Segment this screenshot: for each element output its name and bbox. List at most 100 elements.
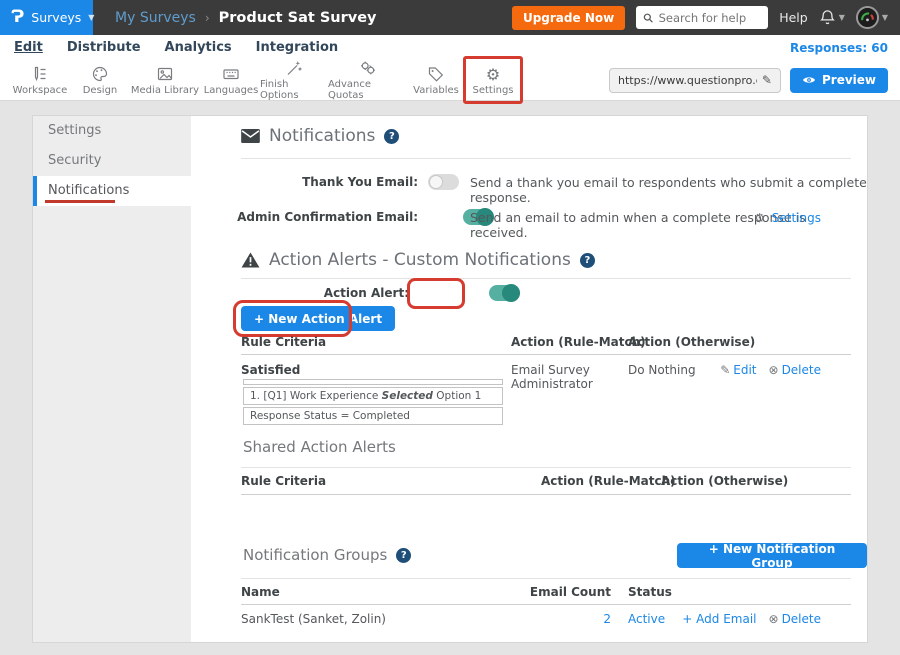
section-title: Action Alerts - Custom Notifications (269, 250, 571, 270)
delete-label: Delete (782, 612, 821, 626)
tool-languages[interactable]: Languages (202, 61, 260, 99)
admin-confirmation-label: Admin Confirmation Email: (191, 210, 418, 224)
rule-match-action: Email Survey Administrator (511, 363, 593, 391)
survey-url-input[interactable] (618, 74, 757, 87)
col-rule-criteria: Rule Criteria (241, 335, 326, 349)
help-icon[interactable]: ? (384, 129, 399, 144)
tab-edit[interactable]: Edit (14, 40, 43, 55)
breadcrumb: My Surveys › Product Sat Survey (115, 10, 377, 26)
tool-variables[interactable]: Variables (408, 61, 464, 99)
tool-workspace[interactable]: Workspace (8, 61, 72, 99)
chevron-down-icon: ▼ (882, 13, 888, 22)
delete-action[interactable]: ⊗Delete (769, 363, 822, 377)
help-icon[interactable]: ? (396, 548, 411, 563)
surveys-menu[interactable]: Ɂ Surveys ▼ (0, 0, 93, 35)
preview-button[interactable]: Preview (790, 68, 888, 93)
sidebar-item-settings[interactable]: Settings (33, 116, 191, 146)
col-action-otherwise: Action (Otherwise) (661, 474, 788, 488)
tool-advance-quotas[interactable]: Advance Quotas (328, 61, 408, 99)
help-link[interactable]: Help (779, 10, 808, 25)
topbar-right: Upgrade Now Help ▼ ▼ (512, 6, 900, 30)
new-action-alert-button[interactable]: + New Action Alert (241, 306, 395, 331)
delete-label: Delete (782, 363, 821, 377)
section-title: Notifications (269, 126, 375, 146)
divider (241, 278, 851, 279)
warning-triangle-icon (241, 252, 260, 268)
col-action-otherwise: Action (Otherwise) (628, 335, 755, 349)
media-library-icon (156, 65, 174, 83)
edit-action[interactable]: ✎Edit (720, 363, 756, 377)
responses-count[interactable]: Responses: 60 (790, 41, 900, 55)
sidebar-item-notifications[interactable]: Notifications (33, 176, 191, 206)
tab-integration[interactable]: Integration (256, 40, 338, 55)
divider (241, 604, 851, 605)
notifications-heading: Notifications ? (241, 126, 399, 146)
rule-operator: Selected (382, 390, 433, 402)
col-name: Name (241, 585, 280, 599)
breadcrumb-separator-icon: › (205, 11, 210, 25)
delete-circle-icon: ⊗ (769, 363, 779, 377)
survey-url-field[interactable]: ✎ (609, 68, 781, 93)
add-email-action[interactable]: + Add Email (682, 612, 756, 626)
breadcrumb-my-surveys[interactable]: My Surveys (115, 10, 196, 26)
tool-finish-options[interactable]: Finish Options (260, 61, 328, 99)
action-alerts-heading: Action Alerts - Custom Notifications ? (241, 250, 595, 270)
new-notification-group-button[interactable]: + New Notification Group (677, 543, 867, 568)
col-rule-criteria: Rule Criteria (241, 474, 326, 488)
variables-tag-icon (427, 65, 445, 83)
rule-match-line: Administrator (511, 377, 593, 391)
col-action-rule-match: Action (Rule-Match) (541, 474, 676, 488)
help-icon[interactable]: ? (580, 253, 595, 268)
edit-toolbar: Workspace Design Media Library Languages… (0, 60, 900, 101)
thank-you-email-label: Thank You Email: (191, 175, 418, 189)
help-search[interactable] (636, 6, 768, 29)
annotation-box-action-alert-toggle (407, 278, 465, 309)
tab-distribute[interactable]: Distribute (67, 40, 141, 55)
toolbar-right: ✎ Preview (609, 68, 900, 93)
breadcrumb-current-survey: Product Sat Survey (219, 10, 377, 26)
shared-action-alerts-heading: Shared Action Alerts (243, 438, 396, 456)
edit-label: Edit (733, 363, 756, 377)
finish-options-wand-icon (285, 59, 303, 77)
group-email-count[interactable]: 2 (491, 612, 611, 626)
tool-design[interactable]: Design (72, 61, 128, 99)
delete-circle-icon: ⊗ (769, 612, 779, 626)
notifications-bell-menu[interactable]: ▼ (819, 9, 845, 26)
rule-text: Option 1 (433, 390, 481, 402)
divider (241, 354, 851, 355)
tool-media-library[interactable]: Media Library (128, 61, 202, 99)
tool-label: Finish Options (260, 79, 328, 101)
sidebar-item-security[interactable]: Security (33, 146, 191, 176)
rule-match-line: Email Survey (511, 363, 593, 377)
search-input[interactable] (659, 11, 762, 25)
rule-box-1: 1. [Q1] Work Experience Selected Option … (243, 387, 503, 405)
group-status[interactable]: Active (628, 612, 665, 626)
divider (241, 494, 851, 495)
edit-pencil-icon: ✎ (720, 363, 730, 377)
admin-settings-link[interactable]: ⚙ Settings (754, 210, 821, 226)
settings-sidebar: Settings Security Notifications (33, 116, 191, 642)
col-action-rule-match: Action (Rule-Match) (511, 335, 646, 349)
group-name: SankTest (Sanket, Zolin) (241, 612, 386, 626)
account-menu[interactable]: ▼ (856, 6, 888, 29)
preview-label: Preview (822, 73, 876, 87)
sidebar-item-label: Notifications (48, 183, 129, 198)
workspace-icon (31, 65, 49, 83)
delete-group-action[interactable]: ⊗Delete (769, 612, 822, 626)
tool-label: Variables (413, 85, 459, 96)
chevron-down-icon: ▼ (88, 13, 94, 22)
thank-you-email-toggle[interactable] (428, 174, 459, 190)
upgrade-now-button[interactable]: Upgrade Now (512, 6, 625, 30)
tool-label: Workspace (13, 85, 68, 96)
bell-icon (819, 9, 836, 26)
gear-icon: ⚙ (754, 211, 765, 225)
tab-analytics[interactable]: Analytics (165, 40, 232, 55)
tool-label: Settings (472, 85, 513, 96)
action-alert-toggle[interactable] (489, 285, 520, 301)
tool-settings[interactable]: ⚙ Settings (464, 61, 522, 99)
toolbar-tools: Workspace Design Media Library Languages… (0, 61, 522, 99)
languages-keyboard-icon (222, 65, 240, 83)
edit-url-pencil-icon[interactable]: ✎ (762, 73, 772, 87)
rule-box-2: Response Status = Completed (243, 407, 503, 425)
chevron-down-icon: ▼ (839, 13, 845, 22)
